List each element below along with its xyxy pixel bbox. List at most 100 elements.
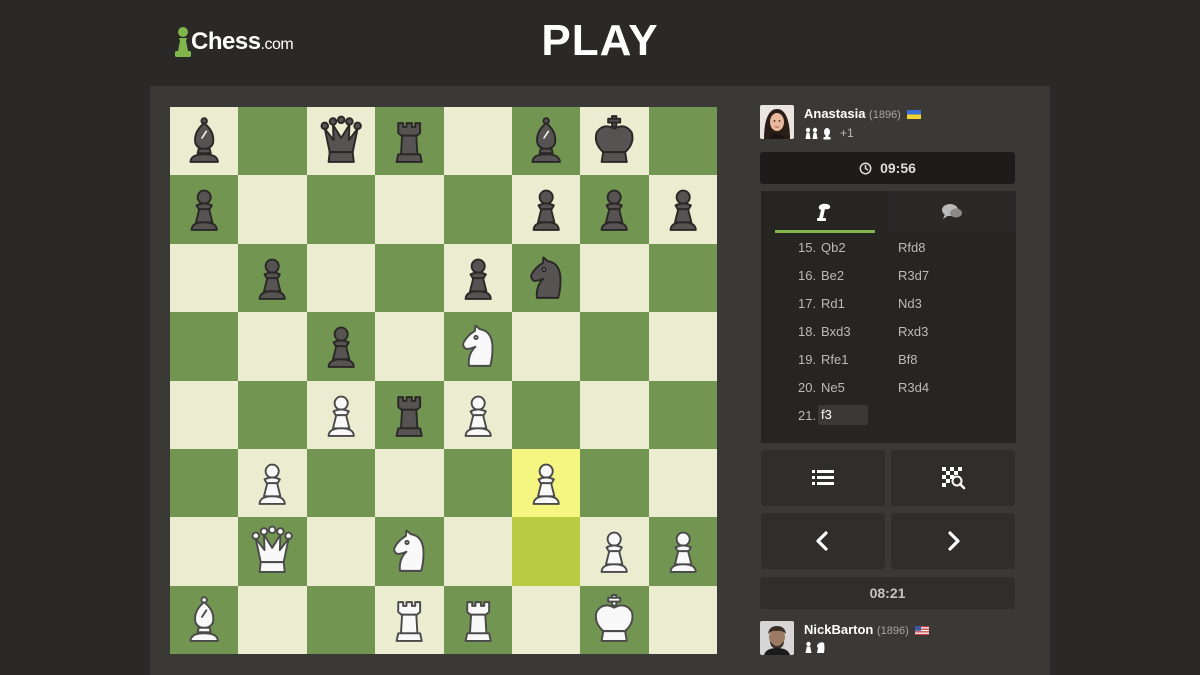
black-pawn-piece[interactable]: [444, 244, 512, 312]
black-rook-piece[interactable]: [375, 381, 443, 449]
next-move-button[interactable]: [891, 513, 1015, 569]
black-pawn-piece[interactable]: [307, 312, 375, 380]
square-c3[interactable]: [306, 448, 376, 518]
avatar[interactable]: [760, 621, 794, 655]
chess-board[interactable]: [170, 107, 717, 654]
square-e2[interactable]: [443, 517, 512, 586]
white-knight-piece[interactable]: [444, 312, 512, 380]
tab-moves[interactable]: [761, 191, 889, 233]
square-b7[interactable]: [238, 175, 307, 244]
black-king-piece[interactable]: [580, 107, 648, 175]
white-pawn-piece[interactable]: [307, 381, 375, 449]
square-h5[interactable]: [648, 312, 717, 381]
white-rook-piece[interactable]: [375, 586, 443, 654]
square-h6[interactable]: [648, 243, 717, 313]
square-e1[interactable]: [443, 585, 512, 654]
square-g2[interactable]: [580, 517, 649, 586]
square-b6[interactable]: [238, 243, 307, 313]
black-move[interactable]: Nd3: [898, 296, 922, 311]
white-pawn-piece[interactable]: [512, 449, 580, 517]
square-a8[interactable]: [170, 107, 239, 176]
square-c6[interactable]: [306, 243, 376, 313]
square-f7[interactable]: [511, 175, 581, 244]
square-e7[interactable]: [443, 175, 512, 244]
square-d8[interactable]: [375, 107, 444, 176]
square-a6[interactable]: [170, 243, 239, 313]
square-b4[interactable]: [238, 380, 307, 449]
square-h3[interactable]: [648, 448, 717, 518]
black-pawn-piece[interactable]: [238, 244, 306, 312]
move-list-button[interactable]: [761, 450, 885, 506]
black-queen-piece[interactable]: [307, 107, 375, 175]
square-g7[interactable]: [580, 175, 649, 244]
black-move[interactable]: R3d7: [898, 268, 929, 283]
square-h1[interactable]: [648, 585, 717, 654]
square-c8[interactable]: [306, 107, 376, 176]
square-d4[interactable]: [375, 380, 444, 449]
black-pawn-piece[interactable]: [512, 175, 580, 243]
square-g4[interactable]: [580, 380, 649, 449]
player-name[interactable]: Anastasia: [804, 106, 865, 121]
white-rook-piece[interactable]: [444, 586, 512, 654]
square-g3[interactable]: [580, 448, 649, 518]
square-b5[interactable]: [238, 312, 307, 381]
square-a7[interactable]: [170, 175, 239, 244]
square-f3[interactable]: [511, 448, 581, 518]
white-move[interactable]: f3: [818, 405, 868, 425]
square-c7[interactable]: [306, 175, 376, 244]
white-pawn-piece[interactable]: [444, 381, 512, 449]
tab-chat[interactable]: [889, 191, 1017, 233]
white-move[interactable]: Ne5: [821, 380, 845, 395]
previous-move-button[interactable]: [761, 513, 885, 569]
square-f6[interactable]: [511, 243, 581, 313]
square-f1[interactable]: [511, 585, 581, 654]
white-king-piece[interactable]: [580, 586, 648, 654]
white-move[interactable]: Be2: [821, 268, 844, 283]
white-pawn-piece[interactable]: [238, 449, 306, 517]
square-e3[interactable]: [443, 448, 512, 518]
square-b8[interactable]: [238, 107, 307, 176]
black-bishop-piece[interactable]: [512, 107, 580, 175]
square-d5[interactable]: [375, 312, 444, 381]
square-e5[interactable]: [443, 312, 512, 381]
square-a5[interactable]: [170, 312, 239, 381]
black-pawn-piece[interactable]: [580, 175, 648, 243]
square-c5[interactable]: [306, 312, 376, 381]
square-g1[interactable]: [580, 585, 649, 654]
white-move[interactable]: Rfe1: [821, 352, 848, 367]
square-d6[interactable]: [375, 243, 444, 313]
black-pawn-piece[interactable]: [170, 175, 238, 243]
square-c4[interactable]: [306, 380, 376, 449]
black-move[interactable]: Rfd8: [898, 240, 925, 255]
white-knight-piece[interactable]: [375, 517, 443, 585]
white-queen-piece[interactable]: [238, 517, 306, 585]
black-rook-piece[interactable]: [375, 107, 443, 175]
square-h8[interactable]: [648, 107, 717, 176]
white-move[interactable]: Rd1: [821, 296, 845, 311]
square-d7[interactable]: [375, 175, 444, 244]
analysis-button[interactable]: [891, 450, 1015, 506]
avatar[interactable]: [760, 105, 794, 139]
black-pawn-piece[interactable]: [649, 175, 717, 243]
square-b2[interactable]: [238, 517, 307, 586]
square-d1[interactable]: [375, 585, 444, 654]
square-a4[interactable]: [170, 380, 239, 449]
black-move[interactable]: Bf8: [898, 352, 918, 367]
black-move[interactable]: Rxd3: [898, 324, 928, 339]
square-c1[interactable]: [306, 585, 376, 654]
square-e8[interactable]: [443, 107, 512, 176]
square-a1[interactable]: [170, 585, 239, 654]
square-h2[interactable]: [648, 517, 717, 586]
black-bishop-piece[interactable]: [170, 107, 238, 175]
square-b3[interactable]: [238, 448, 307, 518]
black-move[interactable]: R3d4: [898, 380, 929, 395]
square-g8[interactable]: [580, 107, 649, 176]
white-bishop-piece[interactable]: [170, 586, 238, 654]
square-f8[interactable]: [511, 107, 581, 176]
black-knight-piece[interactable]: [512, 244, 580, 312]
square-a3[interactable]: [170, 448, 239, 518]
white-pawn-piece[interactable]: [649, 517, 717, 585]
square-g6[interactable]: [580, 243, 649, 313]
square-f4[interactable]: [511, 380, 581, 449]
square-f2[interactable]: [511, 517, 581, 586]
